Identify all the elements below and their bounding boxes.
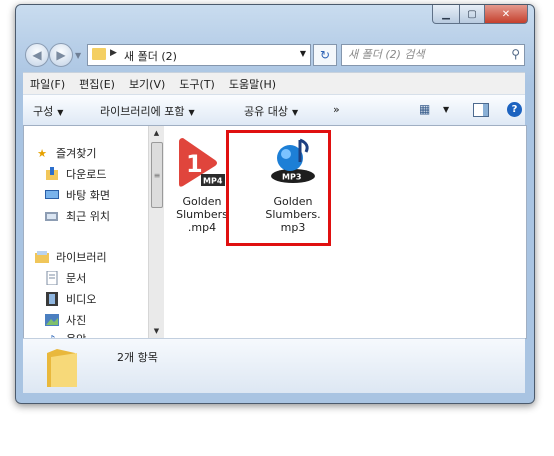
share-label: 공유 대상 — [244, 105, 288, 118]
close-button[interactable]: ✕ — [485, 5, 528, 24]
nav-item-videos[interactable]: 비디오 — [44, 290, 148, 308]
nav-item-desktop[interactable]: 바탕 화면 — [44, 186, 148, 204]
navigation-bar: ◀ ▶ ▼ ▶ 새 폴더 (2) ▼ ↻ ⚲ — [23, 43, 525, 67]
share-button[interactable]: 공유 대상 ▼ — [244, 103, 298, 119]
nav-label: 즐겨찾기 — [56, 147, 97, 160]
recent-pages-dropdown[interactable]: ▼ — [75, 51, 81, 60]
help-icon[interactable]: ? — [507, 102, 522, 117]
search-input[interactable] — [346, 47, 500, 62]
chevron-down-icon: ▼ — [291, 108, 299, 117]
recent-places-icon — [44, 209, 60, 223]
nav-item-music[interactable]: ♪ 음악 — [44, 330, 148, 339]
chevron-down-icon: ▼ — [188, 108, 195, 117]
address-dropdown-icon[interactable]: ▼ — [300, 49, 306, 58]
menu-file[interactable]: 파일(F) — [23, 76, 72, 92]
item-count: 2개 항목 — [117, 351, 158, 364]
refresh-button[interactable]: ↻ — [313, 44, 337, 66]
nav-item-documents[interactable]: 문서 — [44, 269, 148, 287]
nav-item-downloads[interactable]: 다운로드 — [44, 165, 148, 183]
pictures-icon — [44, 313, 60, 327]
mp4-file-icon: 1 MP4 — [179, 138, 225, 187]
folder-icon — [92, 48, 106, 60]
search-box[interactable]: ⚲ — [341, 44, 525, 66]
forward-button[interactable]: ▶ — [49, 43, 73, 67]
breadcrumb-separator-icon[interactable]: ▶ — [110, 48, 117, 58]
selection-highlight — [226, 130, 331, 246]
library-icon — [34, 250, 50, 264]
minimize-button[interactable]: ▁ — [432, 5, 460, 24]
refresh-icon: ↻ — [319, 48, 331, 62]
nav-item-pictures[interactable]: 사진 — [44, 311, 148, 329]
organize-button[interactable]: 구성 ▼ — [33, 103, 63, 119]
forward-arrow-icon: ▶ — [56, 48, 66, 62]
svg-text:MP4: MP4 — [203, 177, 223, 186]
nav-label: 최근 위치 — [66, 210, 110, 223]
nav-label: 비디오 — [66, 293, 97, 306]
include-library-button[interactable]: 라이브러리에 포함 ▼ — [100, 103, 195, 119]
menu-bar: 파일(F) 편집(E) 보기(V) 도구(T) 도움말(H) — [23, 72, 525, 95]
nav-label: 다운로드 — [66, 168, 107, 181]
desktop-icon — [44, 188, 60, 202]
menu-edit[interactable]: 편집(E) — [72, 76, 122, 92]
organize-label: 구성 — [33, 105, 54, 118]
star-icon: ★ — [37, 146, 47, 160]
nav-label: 음악 — [66, 331, 86, 338]
preview-pane-icon[interactable] — [473, 103, 489, 117]
folder-icon — [45, 347, 79, 392]
nav-label: 라이브러리 — [56, 251, 107, 264]
more-commands-button[interactable]: » — [333, 103, 340, 116]
nav-item-favorites[interactable]: ★ 즐겨찾기 — [34, 144, 148, 162]
menu-tools[interactable]: 도구(T) — [172, 76, 222, 92]
address-bar[interactable]: ▶ 새 폴더 (2) ▼ — [87, 44, 311, 66]
details-pane: 2개 항목 — [23, 338, 525, 393]
change-view-icon[interactable]: ▦ — [419, 102, 433, 116]
nav-label: 문서 — [66, 272, 87, 285]
svg-text:1: 1 — [186, 150, 203, 178]
view-options-dropdown-icon[interactable]: ▼ — [443, 105, 449, 114]
video-icon — [44, 292, 60, 306]
nav-item-recent[interactable]: 최근 위치 — [44, 207, 148, 225]
maximize-button[interactable]: ▢ — [460, 5, 485, 24]
scroll-down-icon[interactable]: ▼ — [149, 324, 164, 338]
nav-label: 바탕 화면 — [66, 189, 110, 202]
include-library-label: 라이브러리에 포함 — [100, 105, 185, 118]
download-folder-icon — [44, 167, 60, 181]
nav-label: 사진 — [66, 314, 87, 327]
nav-item-libraries[interactable]: 라이브러리 — [34, 248, 148, 266]
back-button[interactable]: ◀ — [25, 43, 49, 67]
command-bar: 구성 ▼ 라이브러리에 포함 ▼ 공유 대상 ▼ » ▦ ▼ ? — [23, 94, 525, 126]
back-arrow-icon: ◀ — [32, 48, 42, 62]
chevron-down-icon: ▼ — [57, 108, 64, 117]
menu-view[interactable]: 보기(V) — [122, 76, 172, 92]
menu-help[interactable]: 도움말(H) — [222, 76, 283, 92]
window-caption-buttons: ▁ ▢ ✕ — [432, 5, 528, 24]
documents-icon — [44, 271, 60, 285]
address-path[interactable]: 새 폴더 (2) — [124, 48, 177, 64]
navigation-pane: ★ 즐겨찾기 다운로드 바탕 화면 최근 위치 라이브러리 문서 비디오 사진 — [24, 126, 148, 338]
search-icon[interactable]: ⚲ — [511, 47, 520, 61]
